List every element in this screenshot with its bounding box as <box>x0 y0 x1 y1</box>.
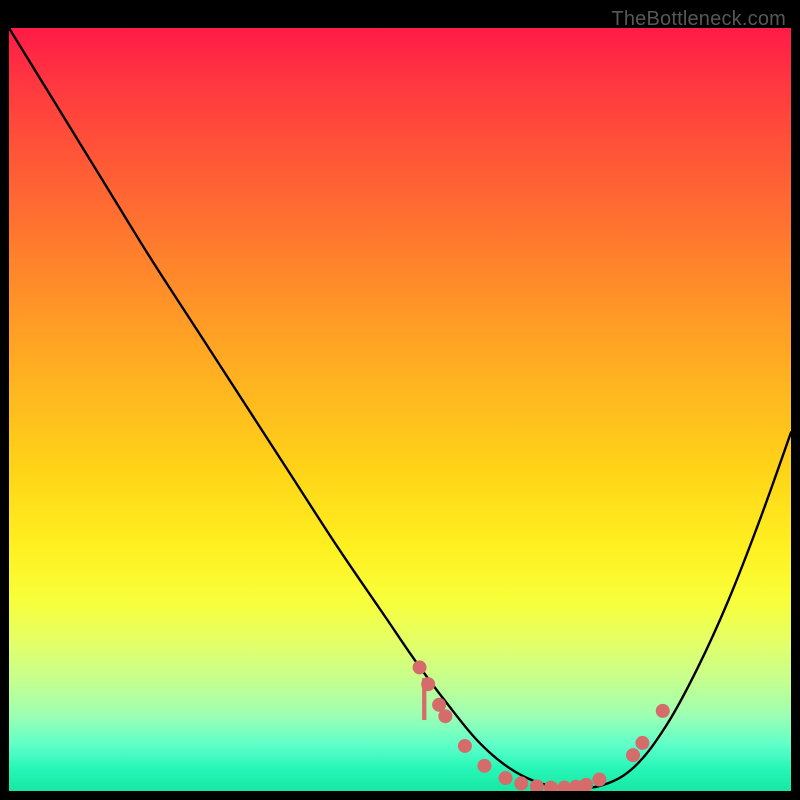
data-point <box>635 736 649 750</box>
data-point <box>477 759 491 773</box>
bottleneck-curve <box>9 28 791 788</box>
data-bar <box>422 678 426 720</box>
watermark-text: TheBottleneck.com <box>611 8 786 31</box>
data-point <box>592 773 606 787</box>
data-point <box>656 704 670 718</box>
data-point <box>458 739 472 753</box>
data-point <box>438 709 452 723</box>
data-point <box>499 771 513 785</box>
data-point <box>413 660 427 674</box>
chart-svg <box>9 28 791 791</box>
data-point <box>626 748 640 762</box>
data-points <box>413 660 670 791</box>
plot-area <box>9 28 791 791</box>
data-point <box>544 781 558 791</box>
data-bar-rect <box>422 678 426 720</box>
data-point <box>579 778 593 791</box>
data-point <box>514 776 528 790</box>
